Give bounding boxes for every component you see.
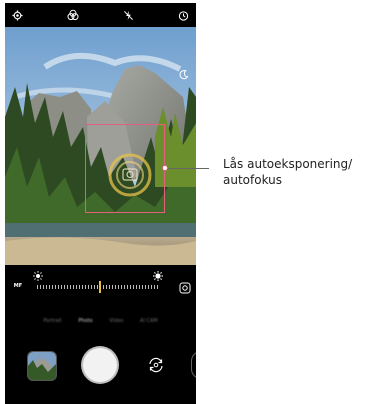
filter-icon[interactable] [66,8,80,22]
lens-swap-icon[interactable] [179,279,191,294]
exposure-track[interactable] [37,285,159,289]
manual-focus-button[interactable]: MF [11,279,25,293]
camera-controls: MF Portrait Photo Video AI CAM [5,265,196,404]
callout-anchor-dot [162,165,168,171]
switch-camera-icon[interactable] [146,355,166,375]
mode-video[interactable]: Video [109,318,123,324]
callout-line-2: autofokus [223,173,283,187]
mode-portrait[interactable]: Portrait [43,318,61,324]
settings-icon[interactable] [10,8,24,22]
shutter-button[interactable] [83,348,117,382]
callout-leader-line [165,168,209,169]
camera-top-bar [5,3,196,27]
moon-icon[interactable] [176,67,190,81]
callout-label: Lås autoeksponering/ autofokus [223,156,368,188]
flash-off-icon[interactable] [121,8,135,22]
mode-selector: Portrait Photo Video AI CAM [5,315,196,327]
exposure-slider[interactable] [33,271,163,297]
focus-ring-icon [108,153,152,197]
timer-icon[interactable] [177,8,191,22]
phone-screen: MF Portrait Photo Video AI CAM [5,3,196,404]
mode-ai-cam[interactable]: AI CAM [140,318,158,324]
gallery-thumbnail[interactable] [27,351,57,381]
more-modes-button[interactable] [191,351,196,379]
exposure-thumb[interactable] [99,281,102,293]
camera-viewfinder[interactable] [5,27,196,265]
callout-line-1: Lås autoeksponering/ [223,157,353,171]
sun-dim-icon [33,271,43,281]
sun-bright-icon [153,271,163,281]
mode-photo[interactable]: Photo [78,318,92,324]
